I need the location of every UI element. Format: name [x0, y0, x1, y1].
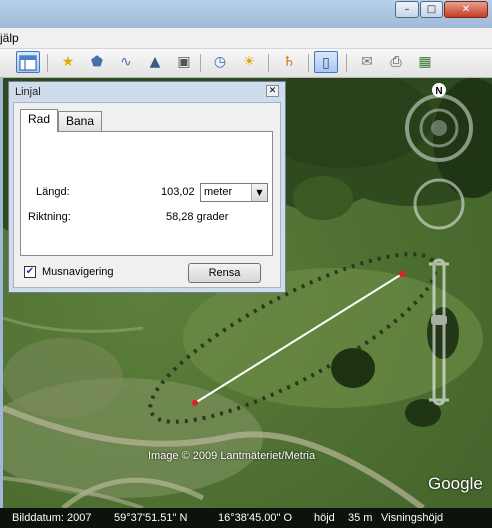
- minimize-button[interactable]: –: [395, 1, 419, 18]
- close-icon: ✕: [461, 4, 471, 15]
- add-path-button[interactable]: ∿: [114, 51, 138, 73]
- toolbar: ★ ⬟ ∿ ▲ ▣ ◷ ☀ ♄ ▯ ✉ ⎙ ▦: [0, 49, 492, 78]
- overlay-icon: ▲: [149, 54, 161, 70]
- chevron-down-icon: ▼: [251, 184, 267, 201]
- print-button[interactable]: ⎙: [384, 51, 408, 73]
- ruler-dialog: Linjal ✕ Rad Bana Längd: 103,02 meter ▼ …: [8, 81, 286, 293]
- sidebar-toggle-button[interactable]: [16, 51, 40, 73]
- eye-altitude-label: Visningshöjd: [381, 512, 444, 524]
- close-icon: ✕: [268, 86, 277, 96]
- placemark-icon: ★: [61, 54, 75, 70]
- record-tour-icon: ▣: [177, 54, 191, 70]
- window-title-bar: – □ ✕: [0, 0, 492, 28]
- imagery-copyright: Image © 2009 Lantmäteriet/Metria: [148, 450, 316, 462]
- ruler-end-point: [192, 400, 198, 406]
- close-button[interactable]: ✕: [444, 1, 488, 18]
- mouse-navigation-checkbox[interactable]: ✔: [24, 266, 36, 278]
- print-icon: ⎙: [390, 54, 402, 70]
- toolbar-separator: [346, 54, 347, 72]
- maximize-icon: □: [426, 4, 437, 15]
- record-tour-button[interactable]: ▣: [172, 51, 196, 73]
- historical-imagery-button[interactable]: ◷: [208, 51, 232, 73]
- email-button[interactable]: ✉: [355, 51, 379, 73]
- dialog-title: Linjal: [15, 86, 41, 98]
- length-label: Längd:: [36, 186, 70, 198]
- toolbar-separator: [47, 54, 48, 72]
- maximize-button[interactable]: □: [420, 1, 443, 18]
- add-polygon-button[interactable]: ⬟: [85, 51, 109, 73]
- save-image-button[interactable]: ▦: [413, 51, 437, 73]
- ruler-icon: ▯: [322, 55, 330, 71]
- navigation-controls[interactable]: N: [401, 80, 481, 420]
- unit-select-value: meter: [204, 186, 233, 198]
- toolbar-separator: [200, 54, 201, 72]
- email-icon: ✉: [361, 54, 373, 70]
- latitude-readout: 59°37'51.51" N: [114, 512, 188, 524]
- historical-imagery-icon: ◷: [213, 54, 227, 70]
- tab-line[interactable]: Rad: [20, 109, 58, 132]
- minimize-icon: –: [404, 4, 410, 15]
- tab-label: Bana: [65, 114, 95, 128]
- unit-select[interactable]: meter ▼: [200, 183, 268, 202]
- tab-label: Rad: [27, 112, 50, 126]
- planet-button[interactable]: ♄: [277, 51, 301, 73]
- mouse-navigation-label: Musnavigering: [42, 266, 114, 278]
- ruler-button[interactable]: ▯: [314, 51, 338, 73]
- toolbar-separator: [268, 54, 269, 72]
- imagery-date: Bilddatum: 2007: [12, 512, 92, 524]
- elevation-label: höjd: [314, 512, 335, 524]
- add-overlay-button[interactable]: ▲: [143, 51, 167, 73]
- toolbar-separator: [308, 54, 309, 72]
- path-icon: ∿: [120, 54, 132, 70]
- clear-button[interactable]: Rensa: [188, 263, 261, 283]
- menu-item-help[interactable]: jälp: [0, 31, 19, 45]
- status-bar: Bilddatum: 2007 59°37'51.51" N 16°38'45.…: [0, 508, 492, 528]
- dialog-close-button[interactable]: ✕: [266, 85, 279, 97]
- sunlight-button[interactable]: ☀: [237, 51, 261, 73]
- sidebar-icon: [19, 55, 37, 71]
- longitude-readout: 16°38'45.00" O: [218, 512, 293, 524]
- google-logo: Google: [428, 474, 483, 493]
- look-joystick[interactable]: [413, 178, 465, 230]
- dialog-body: Rad Bana Längd: 103,02 meter ▼ Riktning:…: [13, 102, 281, 288]
- direction-value: 58,28 grader: [166, 211, 229, 223]
- compass-ring[interactable]: [405, 94, 473, 162]
- sunlight-icon: ☀: [242, 54, 256, 70]
- tab-path[interactable]: Bana: [58, 111, 102, 132]
- polygon-icon: ⬟: [90, 54, 104, 70]
- planet-icon: ♄: [282, 54, 296, 70]
- length-value: 103,02: [161, 186, 195, 198]
- zoom-slider[interactable]: [429, 258, 449, 406]
- save-image-icon: ▦: [418, 54, 432, 70]
- add-placemark-button[interactable]: ★: [56, 51, 80, 73]
- elevation-value: 35 m: [348, 512, 373, 524]
- menu-bar: jälp: [0, 28, 492, 49]
- measurement-panel: Längd: 103,02 meter ▼ Riktning: 58,28 gr…: [20, 131, 273, 256]
- compass-north-label: N: [435, 86, 442, 97]
- direction-label: Riktning:: [28, 211, 71, 223]
